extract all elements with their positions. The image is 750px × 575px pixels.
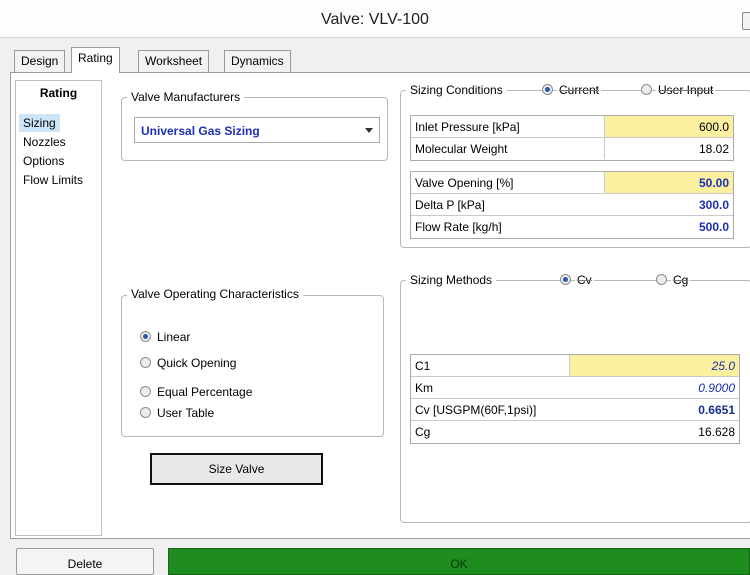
manufacturer-selected: Universal Gas Sizing: [141, 124, 260, 138]
radio-cg[interactable]: [656, 274, 667, 285]
table-row: Cg 16.628: [411, 421, 739, 443]
radio-linear-label: Linear: [157, 330, 191, 344]
radio-cv-label: Cv: [575, 273, 594, 287]
sidebar-item-options[interactable]: Options: [19, 152, 68, 170]
radio-quick-opening[interactable]: [140, 357, 151, 368]
size-valve-button[interactable]: Size Valve: [150, 453, 323, 485]
radio-equal-percentage[interactable]: [140, 386, 151, 397]
inlet-pressure-label: Inlet Pressure [kPa]: [415, 120, 520, 134]
cv-label: Cv [USGPM(60F,1psi)]: [415, 403, 537, 417]
radio-cg-label: Cg: [671, 273, 691, 287]
sizing-conditions-legend: Sizing Conditions: [406, 83, 507, 97]
radio-cv[interactable]: [560, 274, 571, 285]
delta-p-value[interactable]: 300.0: [604, 194, 733, 215]
radio-current[interactable]: [542, 84, 553, 95]
tab-worksheet[interactable]: Worksheet: [138, 50, 210, 72]
sidebar-header: Rating: [39, 86, 78, 100]
radio-user-table[interactable]: [140, 407, 151, 418]
conditions-table-1: Inlet Pressure [kPa] 600.0 Molecular Wei…: [410, 115, 734, 161]
chevron-down-icon: [365, 128, 373, 133]
cg-label: Cg: [415, 425, 431, 439]
tab-design[interactable]: Design: [14, 50, 66, 72]
sidebar-item-nozzles[interactable]: Nozzles: [19, 133, 70, 151]
window-control-button[interactable]: [742, 12, 750, 30]
manufacturer-dropdown[interactable]: Universal Gas Sizing: [134, 117, 380, 143]
methods-table: C1 25.0 Km 0.9000 Cv [USGPM(60F,1psi)] 0…: [410, 354, 740, 444]
radio-user-input-label: User Input: [656, 83, 716, 97]
tab-dynamics[interactable]: Dynamics: [224, 50, 291, 72]
table-row: C1 25.0: [411, 355, 739, 377]
inlet-pressure-value[interactable]: 600.0: [604, 116, 733, 137]
cv-value[interactable]: 0.6651: [569, 399, 739, 420]
valve-opening-label: Valve Opening [%]: [415, 176, 514, 190]
flow-rate-value[interactable]: 500.0: [604, 216, 733, 237]
title-bar: Valve: VLV-100: [0, 0, 750, 38]
delta-p-label: Delta P [kPa]: [415, 198, 485, 212]
table-row: Km 0.9000: [411, 377, 739, 399]
valve-manufacturers-legend: Valve Manufacturers: [127, 90, 245, 104]
molecular-weight-label: Molecular Weight: [415, 142, 508, 156]
operating-characteristics-legend: Valve Operating Characteristics: [127, 287, 303, 301]
radio-linear[interactable]: [140, 331, 151, 342]
radio-equal-percentage-label: Equal Percentage: [157, 385, 253, 399]
conditions-table-2: Valve Opening [%] 50.00 Delta P [kPa] 30…: [410, 171, 734, 239]
molecular-weight-value[interactable]: 18.02: [604, 138, 733, 159]
sidebar-item-sizing[interactable]: Sizing: [19, 114, 60, 132]
radio-user-table-label: User Table: [157, 406, 215, 420]
table-row: Molecular Weight 18.02: [411, 138, 733, 160]
status-bar: OK: [168, 548, 750, 575]
table-row: Cv [USGPM(60F,1psi)] 0.6651: [411, 399, 739, 421]
flow-rate-label: Flow Rate [kg/h]: [415, 220, 502, 234]
table-row: Inlet Pressure [kPa] 600.0: [411, 116, 733, 138]
valve-opening-value[interactable]: 50.00: [604, 172, 733, 193]
table-row: Valve Opening [%] 50.00: [411, 172, 733, 194]
table-row: Flow Rate [kg/h] 500.0: [411, 216, 733, 238]
km-value[interactable]: 0.9000: [569, 377, 739, 398]
c1-label: C1: [415, 359, 431, 373]
cg-value[interactable]: 16.628: [569, 421, 739, 442]
sidebar-item-flow-limits[interactable]: Flow Limits: [19, 171, 87, 189]
window-title: Valve: VLV-100: [321, 11, 429, 28]
delete-button[interactable]: Delete: [16, 548, 154, 575]
radio-current-label: Current: [557, 83, 602, 97]
km-label: Km: [415, 381, 433, 395]
radio-quick-opening-label: Quick Opening: [157, 356, 237, 370]
radio-user-input[interactable]: [641, 84, 652, 95]
tab-rating[interactable]: Rating: [71, 47, 120, 73]
c1-value[interactable]: 25.0: [569, 355, 739, 376]
table-row: Delta P [kPa] 300.0: [411, 194, 733, 216]
sizing-methods-legend: Sizing Methods: [406, 273, 497, 287]
